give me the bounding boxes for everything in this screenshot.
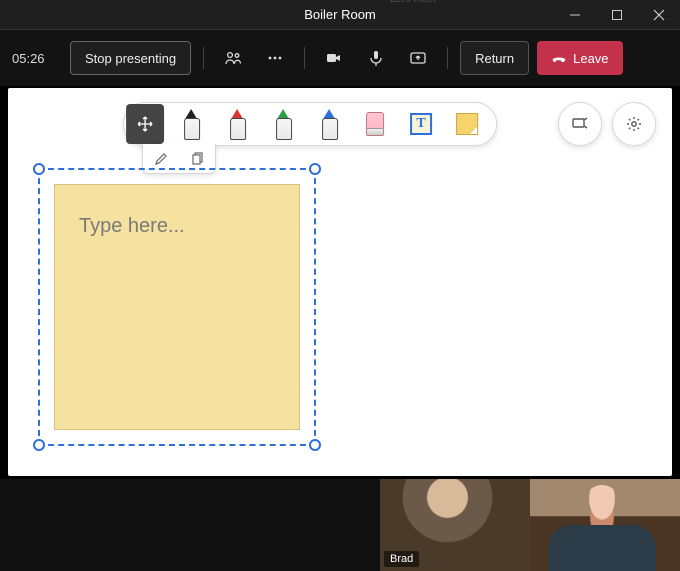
- participant-tile-1[interactable]: Brad: [380, 479, 530, 571]
- leave-button[interactable]: Leave: [537, 41, 622, 75]
- header-subtext: Let's meet: [390, 0, 436, 5]
- maximize-button[interactable]: [596, 0, 638, 29]
- stop-presenting-button[interactable]: Stop presenting: [70, 41, 191, 75]
- close-button[interactable]: [638, 0, 680, 29]
- edit-icon[interactable]: [154, 152, 168, 166]
- minimize-button[interactable]: [554, 0, 596, 29]
- participant-video-strip: Brad: [0, 479, 680, 571]
- resize-handle-br[interactable]: [309, 439, 321, 451]
- pen-red[interactable]: [218, 104, 256, 144]
- hangup-icon: [551, 50, 567, 66]
- call-controls-bar: 05:26 Stop presenting Return Leave: [0, 30, 680, 86]
- microphone-icon[interactable]: [359, 41, 393, 75]
- window-title: Boiler Room: [304, 7, 376, 22]
- sticky-note[interactable]: Type here...: [54, 184, 300, 430]
- stop-presenting-label: Stop presenting: [85, 51, 176, 66]
- move-tool[interactable]: [126, 104, 164, 144]
- separator: [304, 47, 305, 69]
- sticky-note-selection[interactable]: Type here...: [38, 168, 316, 446]
- participants-icon[interactable]: [216, 41, 250, 75]
- resize-handle-bl[interactable]: [33, 439, 45, 451]
- separator: [203, 47, 204, 69]
- leave-label: Leave: [573, 51, 608, 66]
- participant-tile-2[interactable]: [530, 479, 680, 571]
- pen-black[interactable]: [172, 104, 210, 144]
- copy-icon[interactable]: [190, 152, 204, 166]
- sticky-note-tool[interactable]: [448, 104, 486, 144]
- resize-handle-tl[interactable]: [33, 163, 45, 175]
- window-controls: [554, 0, 680, 29]
- return-label: Return: [475, 51, 514, 66]
- whiteboard-canvas[interactable]: T Type here...: [8, 88, 672, 476]
- whiteboard-toolbar: T: [123, 102, 497, 146]
- present-mode-button[interactable]: [558, 102, 602, 146]
- pen-blue[interactable]: [310, 104, 348, 144]
- resize-handle-tr[interactable]: [309, 163, 321, 175]
- share-screen-icon[interactable]: [401, 41, 435, 75]
- camera-icon[interactable]: [317, 41, 351, 75]
- settings-button[interactable]: [612, 102, 656, 146]
- text-tool[interactable]: T: [402, 104, 440, 144]
- call-timer: 05:26: [12, 51, 62, 66]
- more-options-icon[interactable]: [258, 41, 292, 75]
- separator: [447, 47, 448, 69]
- return-button[interactable]: Return: [460, 41, 529, 75]
- sticky-note-placeholder: Type here...: [79, 215, 185, 237]
- eraser-tool[interactable]: [356, 104, 394, 144]
- participant-name-1: Brad: [384, 551, 419, 567]
- titlebar: Let's meet Boiler Room: [0, 0, 680, 30]
- pen-green[interactable]: [264, 104, 302, 144]
